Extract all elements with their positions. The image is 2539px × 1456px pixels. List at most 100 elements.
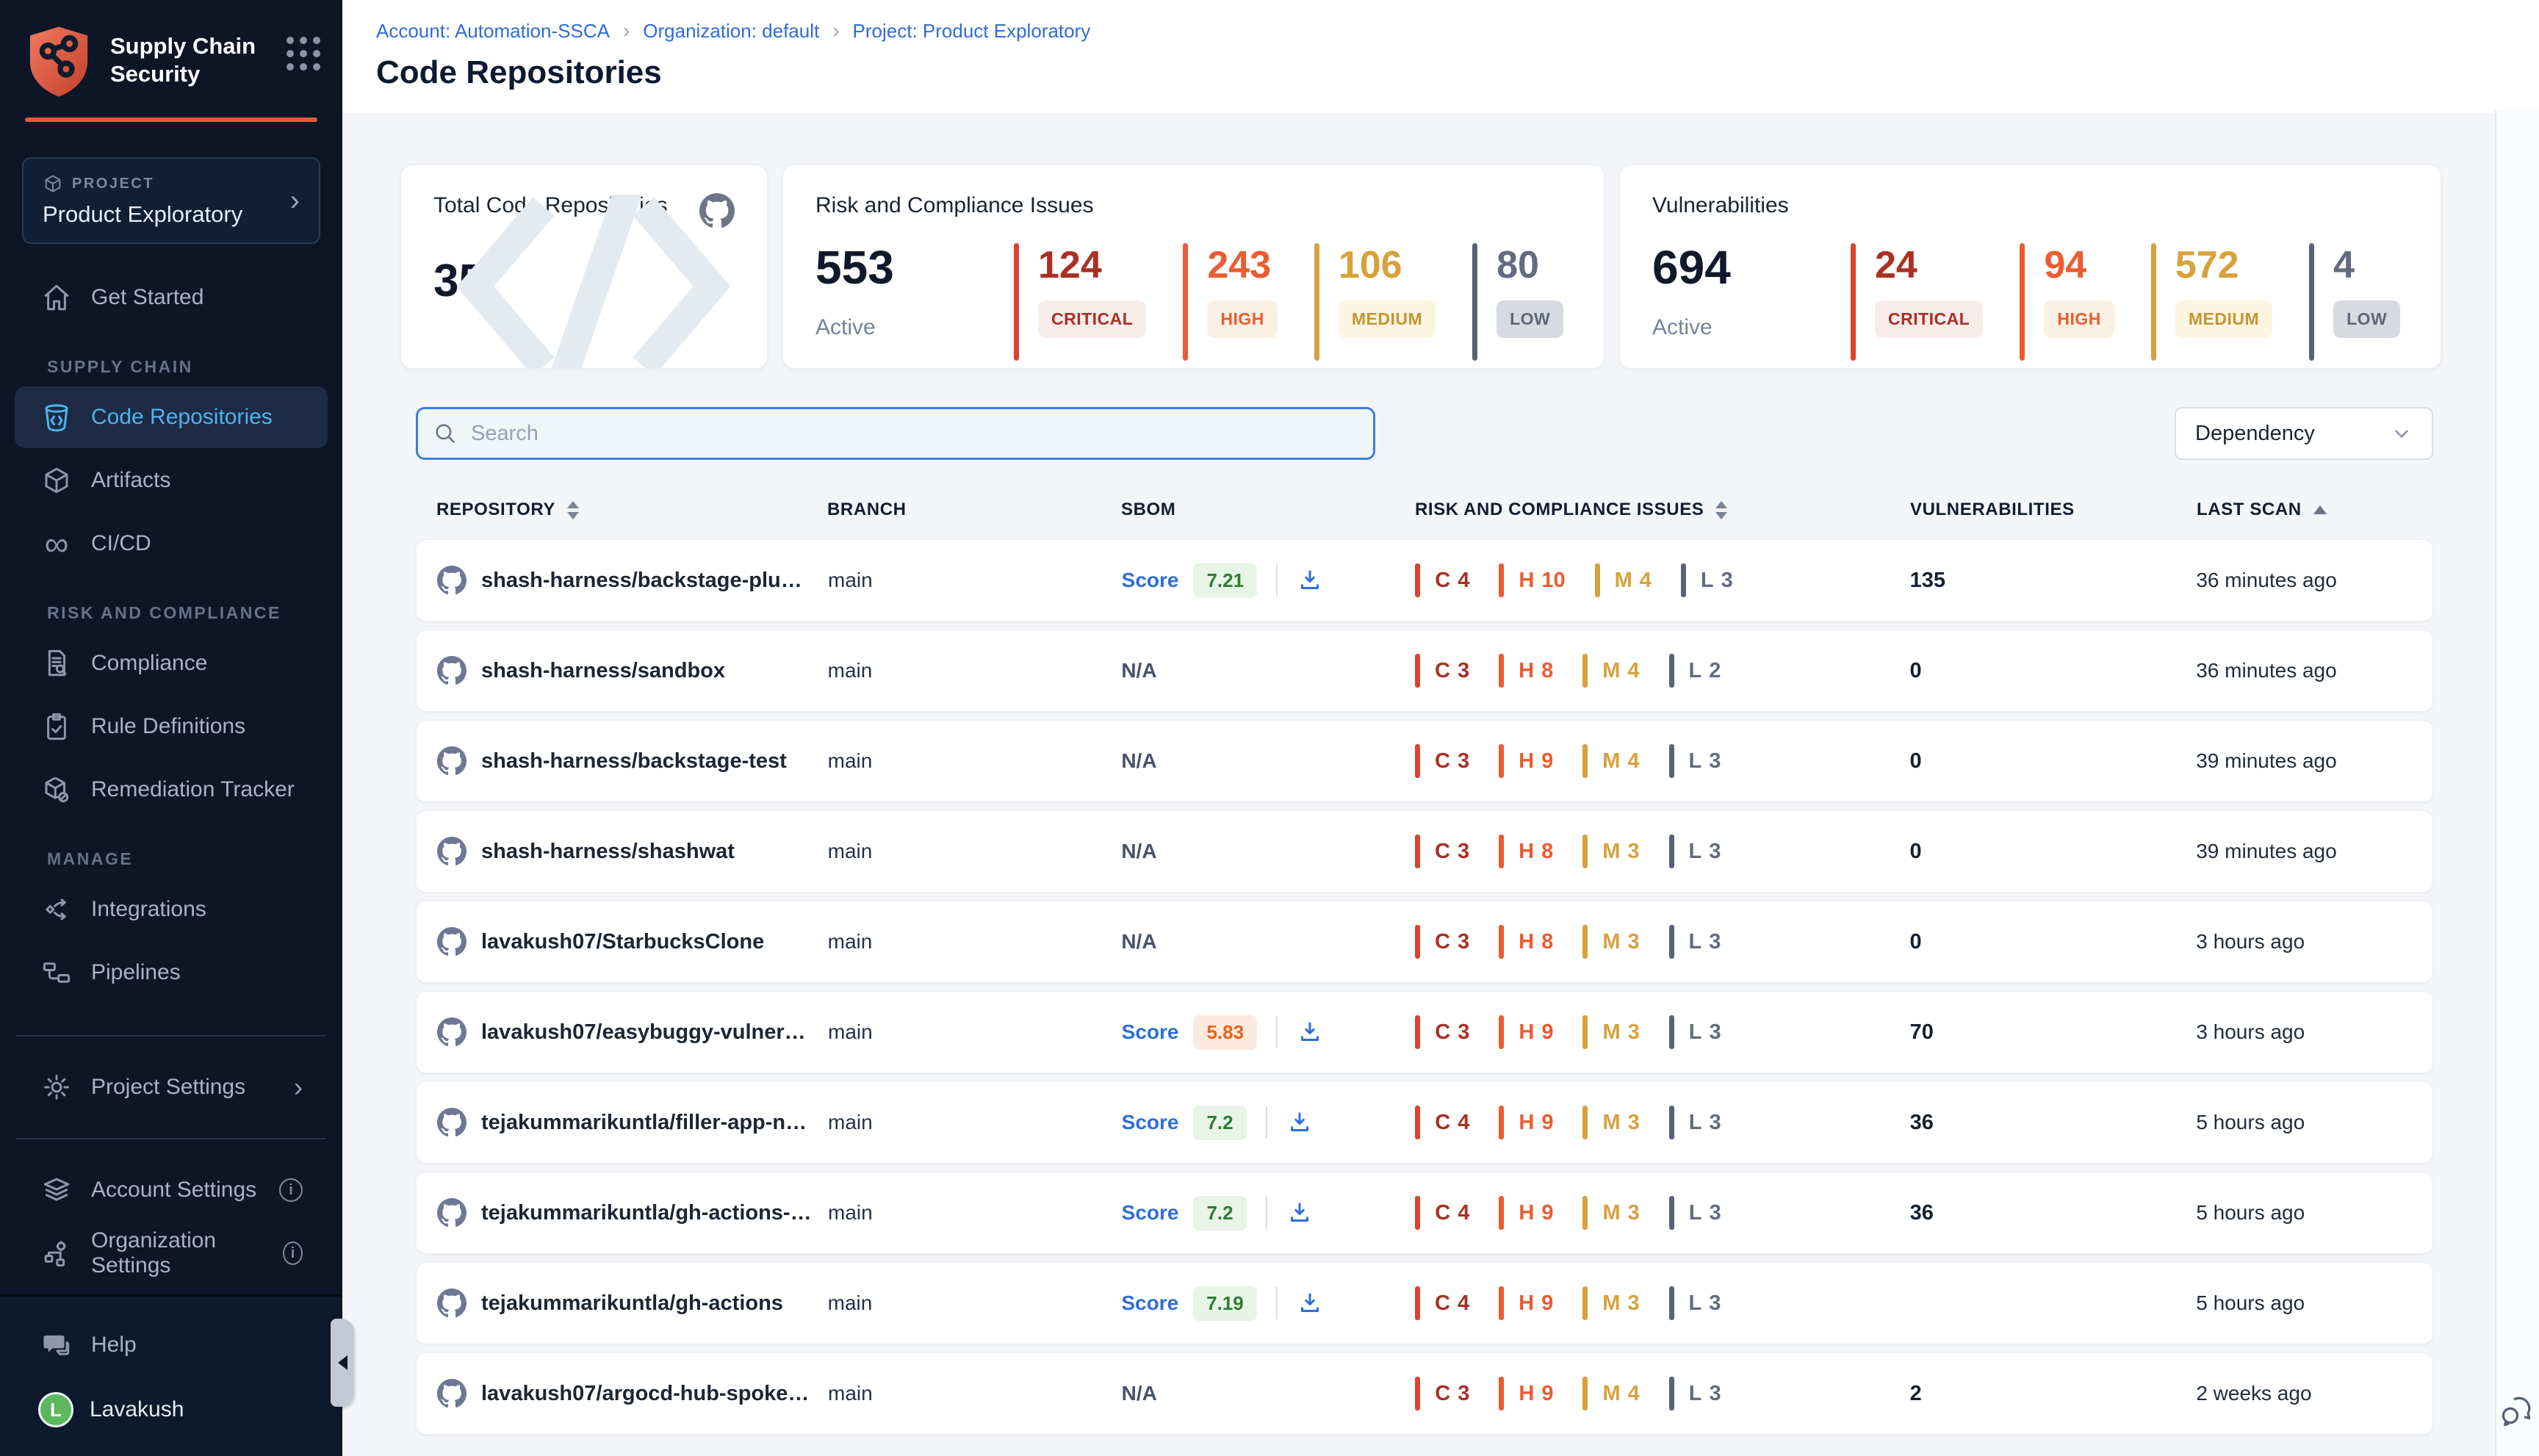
repo-name: tejakummarikuntla/filler-app-node [481, 1111, 813, 1135]
repo-link[interactable]: shash-harness/backstage-plugins [437, 566, 828, 595]
sbom-cell: N/A [1121, 659, 1415, 682]
sidebar-item-organization-settings[interactable]: Organization Settings i [15, 1222, 328, 1284]
table-row[interactable]: shash-harness/sandboxmainN/AC3H8M4L2036 … [416, 630, 2433, 712]
download-sbom-icon[interactable] [1297, 1019, 1323, 1045]
svg-text:?: ? [52, 1336, 60, 1349]
sidebar-item-artifacts[interactable]: Artifacts [15, 450, 328, 511]
sbom-cell: Score7.21 [1122, 563, 1416, 598]
table-row[interactable]: shash-harness/backstage-pluginsmainScore… [416, 539, 2433, 621]
dependency-dropdown[interactable]: Dependency [2175, 407, 2433, 460]
divider [16, 1138, 326, 1139]
info-icon[interactable]: i [279, 1178, 303, 1202]
column-header-repository[interactable]: REPOSITORY [436, 500, 827, 520]
severity-critical: 24CRITICAL [1851, 243, 1983, 361]
project-cube-icon [43, 173, 63, 194]
table-row[interactable]: tejakummarikuntla/gh-actions-artifactsma… [416, 1172, 2433, 1254]
table-row[interactable]: lavakush07/easybuggy-vulnerable-app...ma… [416, 991, 2433, 1073]
issue-count-medium: M4 [1582, 1377, 1639, 1410]
severity-badge: CRITICAL [1038, 300, 1146, 338]
last-scan-cell: 2 weeks ago [2196, 1382, 2432, 1405]
project-label: PROJECT [72, 176, 154, 192]
divider [1276, 1016, 1278, 1048]
sbom-score-link[interactable]: Score [1122, 1201, 1179, 1225]
sbom-cell: N/A [1122, 1382, 1416, 1405]
support-chat-icon[interactable] [2499, 1393, 2535, 1428]
breadcrumb-organization-link[interactable]: Organization: default [643, 20, 819, 43]
download-sbom-icon[interactable] [1297, 567, 1323, 594]
table-row[interactable]: tejakummarikuntla/gh-actionsmainScore7.1… [416, 1262, 2433, 1344]
vulnerabilities-total-value: 694 [1652, 240, 1851, 295]
table-row[interactable]: lavakush07/argocd-hub-spoke-demomainN/AC… [416, 1352, 2433, 1435]
sidebar-item-account-settings[interactable]: Account Settings i [15, 1159, 328, 1221]
gear-icon [41, 1072, 72, 1103]
breadcrumb-separator: › [832, 19, 839, 43]
sbom-cell: Score7.2 [1122, 1106, 1416, 1140]
divider [16, 1035, 326, 1037]
total-repos-card: Total Code Repositories 35 [400, 165, 768, 369]
info-icon[interactable]: i [283, 1241, 303, 1265]
sidebar-item-remediation-tracker[interactable]: Remediation Tracker [15, 759, 328, 821]
sbom-score-link[interactable]: Score [1122, 1111, 1179, 1134]
download-sbom-icon[interactable] [1286, 1200, 1313, 1226]
repo-link[interactable]: shash-harness/shashwat [437, 837, 828, 866]
sidebar-item-get-started[interactable]: Get Started [15, 267, 328, 328]
divider [1266, 1197, 1267, 1229]
repo-link[interactable]: tejakummarikuntla/filler-app-node [437, 1108, 828, 1137]
sidebar-item-rule-definitions[interactable]: Rule Definitions [15, 696, 328, 757]
repo-link[interactable]: tejakummarikuntla/gh-actions [437, 1289, 828, 1318]
project-selector[interactable]: PROJECT Product Exploratory › [22, 157, 320, 244]
severity-value: 80 [1497, 246, 1563, 284]
table-row[interactable]: lavakush07/StarbucksClonemainN/AC3H8M3L3… [416, 901, 2433, 983]
column-header-vulnerabilities: VULNERABILITIES [1910, 500, 2197, 520]
branch-cell: main [828, 840, 1122, 863]
sbom-score-badge: 7.2 [1193, 1196, 1246, 1230]
repo-link[interactable]: lavakush07/argocd-hub-spoke-demo [437, 1379, 828, 1408]
severity-value: 24 [1875, 246, 1983, 284]
page-header: Account: Automation-SSCA › Organization:… [342, 0, 2539, 113]
vulnerabilities-cell: 36 [1910, 1111, 2197, 1135]
repo-link[interactable]: shash-harness/sandbox [437, 656, 828, 685]
sbom-cell: Score 5.83 [1122, 1015, 1416, 1050]
severity-bar [2309, 243, 2314, 361]
repo-link[interactable]: shash-harness/backstage-test [437, 746, 828, 776]
column-header-last-scan[interactable]: LAST SCAN [2197, 500, 2433, 520]
download-sbom-icon[interactable] [1297, 1290, 1323, 1316]
table-row[interactable]: shash-harness/backstage-testmainN/AC3H9M… [416, 720, 2433, 802]
download-sbom-icon[interactable] [1286, 1109, 1313, 1136]
vulnerabilities-cell: 2 [1910, 1382, 2197, 1406]
search-input[interactable] [471, 422, 1358, 446]
sidebar-item-code-repositories[interactable]: Code Repositories [15, 386, 328, 448]
risk-total-value: 553 [815, 240, 1014, 295]
table-row[interactable]: tejakummarikuntla/filler-app-nodemainSco… [416, 1081, 2433, 1164]
breadcrumb-account-link[interactable]: Account: Automation-SSCA [376, 20, 610, 43]
sidebar-item-cicd[interactable]: ∞ CI/CD [15, 513, 328, 574]
column-header-risk-issues[interactable]: RISK AND COMPLIANCE ISSUES [1415, 500, 1910, 520]
sbom-score-link[interactable]: Score [1122, 1020, 1179, 1044]
issue-count-critical: C4 [1415, 1196, 1469, 1230]
sbom-score-link[interactable]: Score [1122, 569, 1179, 592]
sidebar-collapse-handle[interactable] [331, 1319, 354, 1407]
module-grid-icon[interactable] [287, 37, 320, 71]
artifacts-cube-icon [41, 465, 72, 496]
github-icon [437, 837, 467, 866]
branch-cell: main [828, 1020, 1122, 1044]
repo-link[interactable]: lavakush07/StarbucksClone [437, 927, 828, 956]
sbom-score-badge: 5.83 [1193, 1015, 1257, 1050]
brand: Supply Chain Security [0, 0, 342, 118]
table-row[interactable]: shash-harness/shashwatmainN/AC3H8M3L3039… [416, 810, 2433, 893]
sidebar-item-project-settings[interactable]: Project Settings › [15, 1056, 328, 1118]
user-menu[interactable]: L Lavakush [15, 1384, 328, 1435]
sidebar-item-compliance[interactable]: Compliance [15, 633, 328, 694]
sidebar-item-help[interactable]: ? Help [15, 1316, 328, 1374]
sbom-score-link[interactable]: Score [1121, 1291, 1178, 1315]
breadcrumb-project-link[interactable]: Project: Product Exploratory [853, 20, 1091, 43]
last-scan-cell: 5 hours ago [2196, 1291, 2432, 1315]
sidebar-item-integrations[interactable]: Integrations [15, 879, 328, 940]
repo-link[interactable]: lavakush07/easybuggy-vulnerable-app... [437, 1017, 828, 1047]
severity-bar [1472, 243, 1477, 361]
severity-bar [1014, 243, 1019, 361]
repo-link[interactable]: tejakummarikuntla/gh-actions-artifacts [437, 1198, 828, 1228]
last-scan-cell: 36 minutes ago [2196, 659, 2432, 682]
sidebar-item-pipelines[interactable]: Pipelines [15, 942, 328, 1003]
sbom-na: N/A [1121, 749, 1156, 773]
